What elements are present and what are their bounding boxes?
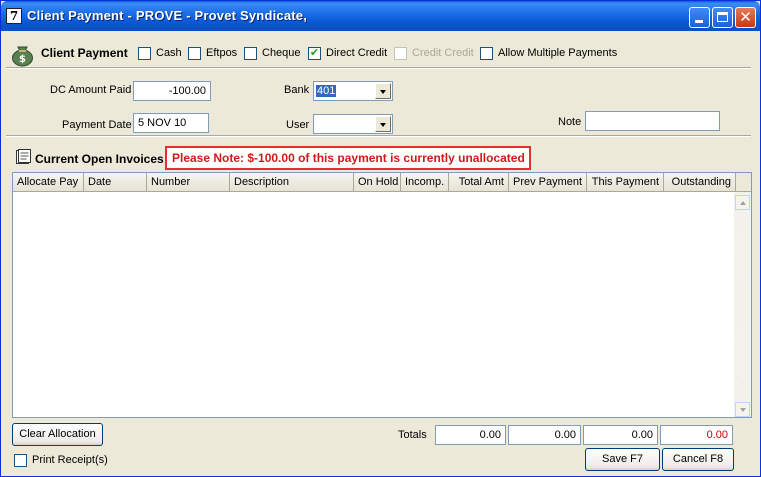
table-header: Allocate Pay Date Number Description On …: [13, 173, 751, 192]
svg-text:$: $: [19, 54, 26, 65]
this-payment-total: 0.00: [583, 425, 658, 445]
scroll-down-icon[interactable]: [735, 402, 750, 417]
chevron-down-icon[interactable]: [375, 83, 391, 99]
unallocated-notice: Please Note: $-100.00 of this payment is…: [165, 146, 531, 170]
cancel-button[interactable]: Cancel F8: [662, 448, 734, 471]
clear-allocation-label: Clear Allocation: [19, 428, 96, 440]
column-header[interactable]: Description: [230, 173, 354, 191]
column-header[interactable]: Outstanding: [664, 173, 736, 191]
cash-label[interactable]: Cash: [156, 47, 182, 59]
column-header[interactable]: Incomp.: [401, 173, 449, 191]
payment-date-label: Payment Date: [62, 119, 132, 131]
app-icon[interactable]: 7: [6, 8, 22, 24]
direct-credit-checkbox[interactable]: ✔: [308, 47, 321, 60]
note-input[interactable]: [585, 111, 720, 131]
note-label: Note: [558, 116, 582, 128]
bank-combo[interactable]: 401: [313, 81, 393, 101]
maximize-button[interactable]: [712, 7, 733, 28]
column-header[interactable]: Date: [84, 173, 147, 191]
print-receipt-label[interactable]: Print Receipt(s): [32, 454, 108, 466]
close-button[interactable]: ✕: [735, 7, 756, 28]
cancel-label: Cancel F8: [672, 453, 724, 465]
chevron-down-icon[interactable]: [375, 116, 391, 132]
cheque-checkbox[interactable]: [244, 47, 257, 60]
column-header[interactable]: Number: [147, 173, 230, 191]
prev-payment-total: 0.00: [508, 425, 581, 445]
column-header[interactable]: Allocate Pay: [13, 173, 84, 191]
window-title: Client Payment - PROVE - Provet Syndicat…: [27, 8, 308, 23]
client-payment-heading: Client Payment: [41, 46, 128, 60]
checkmark-icon: ✔: [309, 47, 320, 59]
total-amount-total: 0.00: [435, 425, 506, 445]
save-button[interactable]: Save F7: [585, 448, 660, 471]
cash-checkbox[interactable]: [138, 47, 151, 60]
outstanding-total: 0.00: [660, 425, 733, 445]
print-receipt-checkbox[interactable]: [14, 454, 27, 467]
allow-multiple-payments-label[interactable]: Allow Multiple Payments: [498, 47, 617, 59]
invoice-icon: [16, 149, 31, 164]
title-bar[interactable]: 7 Client Payment - PROVE - Provet Syndic…: [1, 1, 760, 31]
allow-multiple-payments-checkbox[interactable]: [480, 47, 493, 60]
eftpos-label[interactable]: Eftpos: [206, 47, 237, 59]
close-icon: ✕: [739, 9, 752, 26]
minimize-button[interactable]: [689, 7, 710, 28]
user-label: User: [286, 119, 310, 131]
direct-credit-label[interactable]: Direct Credit: [326, 47, 387, 59]
money-bag-icon: $: [12, 46, 33, 67]
invoice-table[interactable]: Allocate Pay Date Number Description On …: [12, 172, 752, 418]
credit-credit-checkbox: [394, 47, 407, 60]
amount-input[interactable]: -100.00: [133, 81, 211, 101]
clear-allocation-button[interactable]: Clear Allocation: [12, 423, 103, 446]
bank-label: Bank: [284, 84, 310, 96]
payment-date-input[interactable]: 5 NOV 10: [133, 113, 209, 133]
eftpos-checkbox[interactable]: [188, 47, 201, 60]
vertical-scrollbar[interactable]: [734, 192, 751, 417]
totals-label: Totals: [398, 429, 427, 441]
minimize-icon: [695, 20, 703, 23]
column-header[interactable]: This Payment: [587, 173, 664, 191]
column-header[interactable]: On Hold: [354, 173, 401, 191]
column-header[interactable]: Prev Payment: [509, 173, 587, 191]
maximize-icon: [717, 12, 728, 22]
cheque-label[interactable]: Cheque: [262, 47, 301, 59]
bank-value: 401: [316, 85, 337, 97]
scroll-up-icon[interactable]: [735, 195, 750, 210]
separator: [6, 67, 751, 69]
amount-label: DC Amount Paid: [50, 84, 132, 96]
user-combo[interactable]: [313, 114, 393, 134]
credit-credit-label: Credit Credit: [412, 47, 474, 59]
client-payment-window: 7 Client Payment - PROVE - Provet Syndic…: [0, 0, 761, 477]
open-invoices-heading: Current Open Invoices: [35, 152, 164, 166]
save-label: Save F7: [602, 453, 643, 465]
separator: [6, 135, 751, 137]
column-header[interactable]: Total Amt: [449, 173, 509, 191]
